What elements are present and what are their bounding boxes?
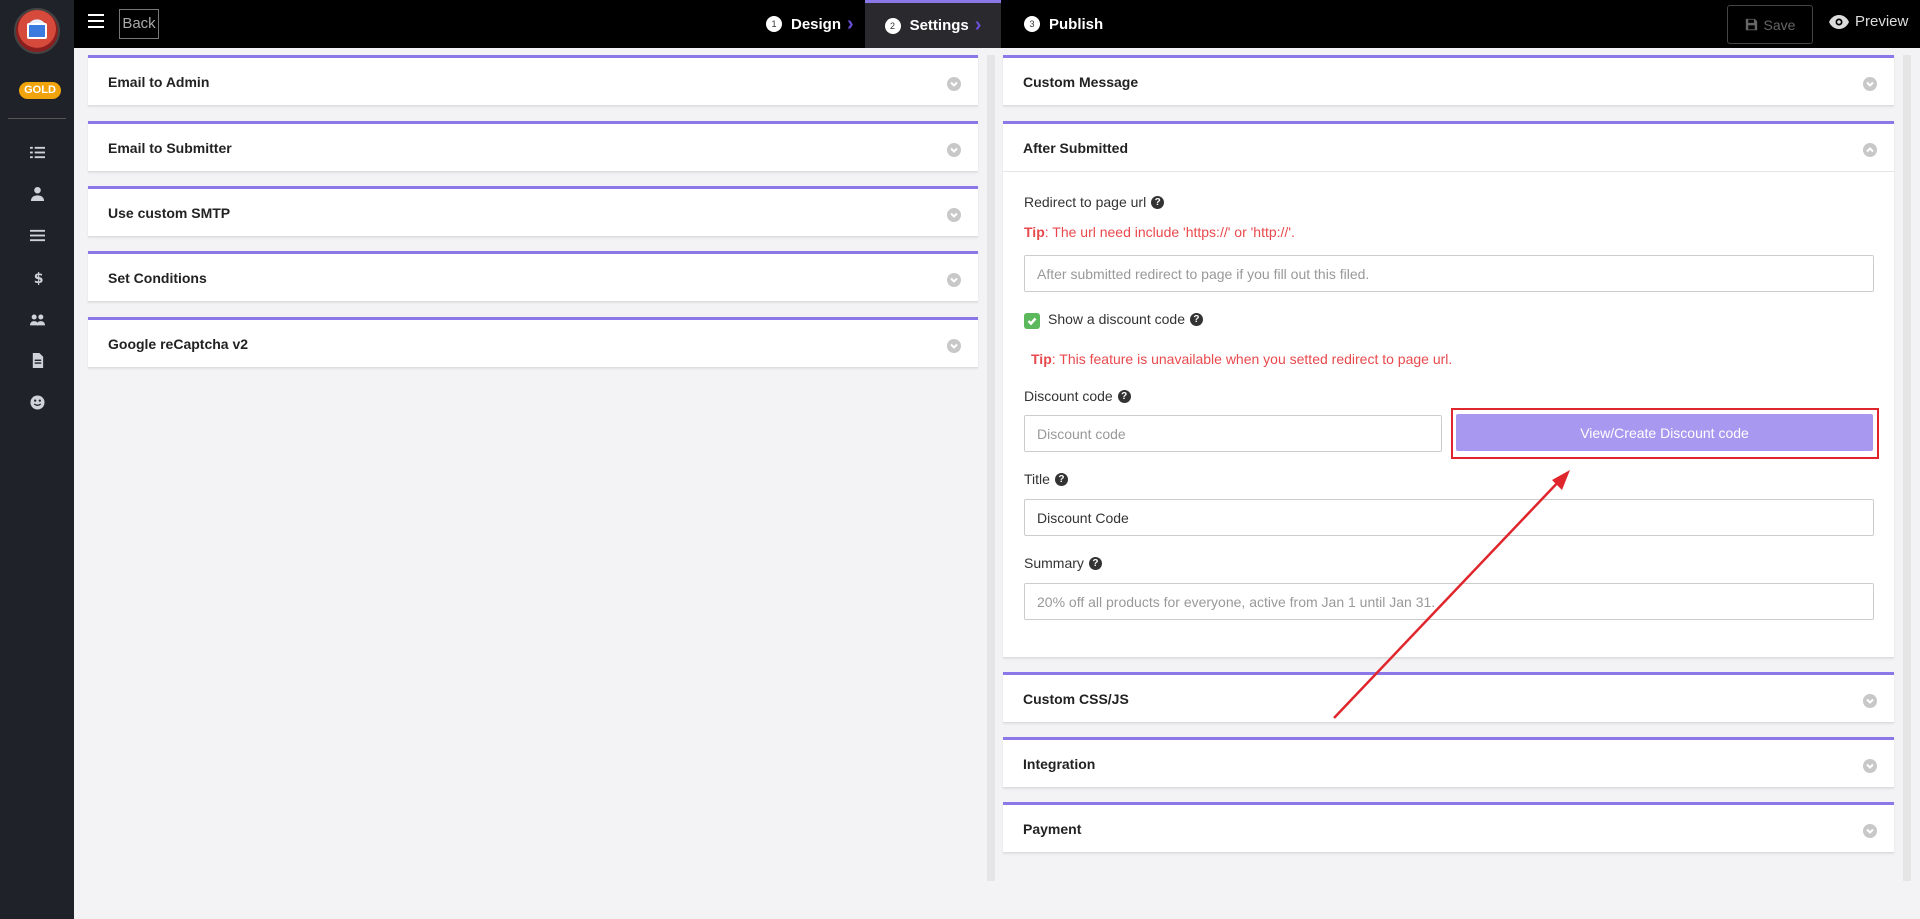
app-logo[interactable] bbox=[14, 8, 60, 54]
tip-prefix: Tip bbox=[1024, 224, 1045, 240]
right-scrollbar[interactable] bbox=[1903, 55, 1911, 881]
help-icon[interactable]: ? bbox=[1088, 556, 1102, 570]
left-scrollbar[interactable] bbox=[987, 55, 995, 881]
svg-text:$: $ bbox=[33, 271, 43, 285]
step-label: Publish bbox=[1049, 15, 1104, 33]
panel-email-to-submitter[interactable]: Email to Submitter bbox=[88, 121, 978, 172]
save-button[interactable]: Save bbox=[1727, 5, 1813, 44]
preview-label: Preview bbox=[1855, 13, 1909, 30]
chevron-up-icon[interactable] bbox=[1863, 143, 1877, 157]
chevron-down-icon[interactable] bbox=[1863, 77, 1877, 91]
panel-title: Custom CSS/JS bbox=[1023, 691, 1129, 707]
panel-custom-css-js[interactable]: Custom CSS/JS bbox=[1003, 672, 1894, 723]
panel-use-custom-smtp[interactable]: Use custom SMTP bbox=[88, 186, 978, 237]
list-icon[interactable] bbox=[27, 142, 47, 162]
sidebar: GOLD $ bbox=[0, 0, 74, 919]
summary-label: Summary ? bbox=[1024, 555, 1102, 571]
step-label: Design bbox=[791, 15, 842, 33]
show-discount-checkbox[interactable] bbox=[1024, 313, 1040, 329]
users-icon[interactable] bbox=[27, 309, 47, 329]
redirect-label: Redirect to page url ? bbox=[1024, 194, 1165, 210]
panel-title: Email to Admin bbox=[108, 74, 210, 90]
panel-title: Integration bbox=[1023, 756, 1096, 772]
save-icon bbox=[1745, 18, 1757, 31]
discount-code-input[interactable] bbox=[1024, 415, 1442, 452]
chevron-down-icon[interactable] bbox=[1863, 694, 1877, 708]
tip-text: : This feature is unavailable when you s… bbox=[1051, 351, 1453, 367]
redirect-label-text: Redirect to page url bbox=[1024, 194, 1147, 210]
save-label: Save bbox=[1763, 16, 1796, 33]
step-settings[interactable]: 2 Settings › bbox=[865, 0, 1001, 48]
dollar-icon[interactable]: $ bbox=[27, 267, 47, 287]
redirect-tip: Tip: The url need include 'https://' or … bbox=[1024, 224, 1295, 240]
show-discount-text: Show a discount code bbox=[1048, 311, 1185, 327]
chevron-down-icon[interactable] bbox=[947, 208, 961, 222]
panel-email-to-admin[interactable]: Email to Admin bbox=[88, 55, 978, 106]
hamburger-menu-icon[interactable] bbox=[88, 14, 104, 30]
panel-payment[interactable]: Payment bbox=[1003, 802, 1894, 853]
title-label: Title ? bbox=[1024, 471, 1068, 487]
chevron-down-icon[interactable] bbox=[947, 77, 961, 91]
view-create-discount-button[interactable]: View/Create Discount code bbox=[1456, 414, 1873, 451]
chevron-down-icon[interactable] bbox=[947, 143, 961, 157]
preview-button[interactable]: Preview bbox=[1829, 13, 1908, 30]
panel-set-conditions[interactable]: Set Conditions bbox=[88, 251, 978, 302]
plan-badge: GOLD bbox=[19, 82, 61, 99]
chevron-right-icon: › bbox=[974, 14, 982, 36]
panel-integration[interactable]: Integration bbox=[1003, 737, 1894, 788]
discount-code-label: Discount code ? bbox=[1024, 388, 1131, 404]
chevron-down-icon[interactable] bbox=[947, 339, 961, 353]
back-button[interactable]: Back bbox=[119, 9, 159, 39]
panel-title: Use custom SMTP bbox=[108, 205, 231, 221]
panel-title: Custom Message bbox=[1023, 74, 1139, 90]
user-icon[interactable] bbox=[27, 183, 47, 203]
help-icon[interactable]: ? bbox=[1054, 472, 1068, 486]
panel-title: Set Conditions bbox=[108, 270, 207, 286]
sidebar-divider bbox=[8, 118, 66, 119]
step-label: Settings bbox=[909, 17, 969, 34]
help-icon[interactable]: ? bbox=[1117, 389, 1131, 403]
check-icon bbox=[1027, 317, 1037, 326]
step-number: 2 bbox=[884, 17, 901, 34]
discount-tip: Tip: This feature is unavailable when yo… bbox=[1031, 351, 1452, 367]
step-publish[interactable]: 3 Publish bbox=[1016, 0, 1111, 48]
eye-icon bbox=[1829, 14, 1849, 29]
summary-input[interactable] bbox=[1024, 583, 1874, 620]
panel-title: Email to Submitter bbox=[108, 140, 232, 156]
summary-label-text: Summary bbox=[1024, 555, 1084, 571]
show-discount-label: Show a discount code ? bbox=[1048, 311, 1203, 327]
discount-code-label-text: Discount code bbox=[1024, 388, 1113, 404]
step-number: 3 bbox=[1024, 16, 1040, 32]
panel-google-recaptcha[interactable]: Google reCaptcha v2 bbox=[88, 317, 978, 368]
tip-prefix: Tip bbox=[1031, 351, 1052, 367]
redirect-url-input[interactable] bbox=[1024, 255, 1874, 292]
step-number: 1 bbox=[766, 16, 782, 32]
chevron-right-icon: › bbox=[847, 12, 854, 35]
title-label-text: Title bbox=[1024, 471, 1050, 487]
after-submitted-header[interactable]: After Submitted bbox=[1003, 124, 1894, 172]
panel-title: Google reCaptcha v2 bbox=[108, 336, 249, 352]
tip-text: : The url need include 'https://' or 'ht… bbox=[1044, 224, 1295, 240]
menu-lines-icon[interactable] bbox=[27, 225, 47, 245]
help-icon[interactable]: ? bbox=[1189, 312, 1203, 326]
chevron-down-icon[interactable] bbox=[1863, 824, 1877, 838]
panel-title: Payment bbox=[1023, 821, 1082, 837]
chevron-down-icon[interactable] bbox=[1863, 759, 1877, 773]
top-bar: Back 1 Design › 2 Settings › 3 Publish S… bbox=[74, 0, 1920, 48]
title-input[interactable] bbox=[1024, 499, 1874, 536]
document-icon[interactable] bbox=[27, 350, 47, 370]
help-icon[interactable]: ? bbox=[1151, 195, 1165, 209]
step-design[interactable]: 1 Design › bbox=[758, 0, 862, 48]
chevron-down-icon[interactable] bbox=[947, 273, 961, 287]
smile-icon[interactable] bbox=[27, 392, 47, 412]
panel-custom-message[interactable]: Custom Message bbox=[1003, 55, 1894, 106]
panel-title: After Submitted bbox=[1023, 139, 1128, 156]
